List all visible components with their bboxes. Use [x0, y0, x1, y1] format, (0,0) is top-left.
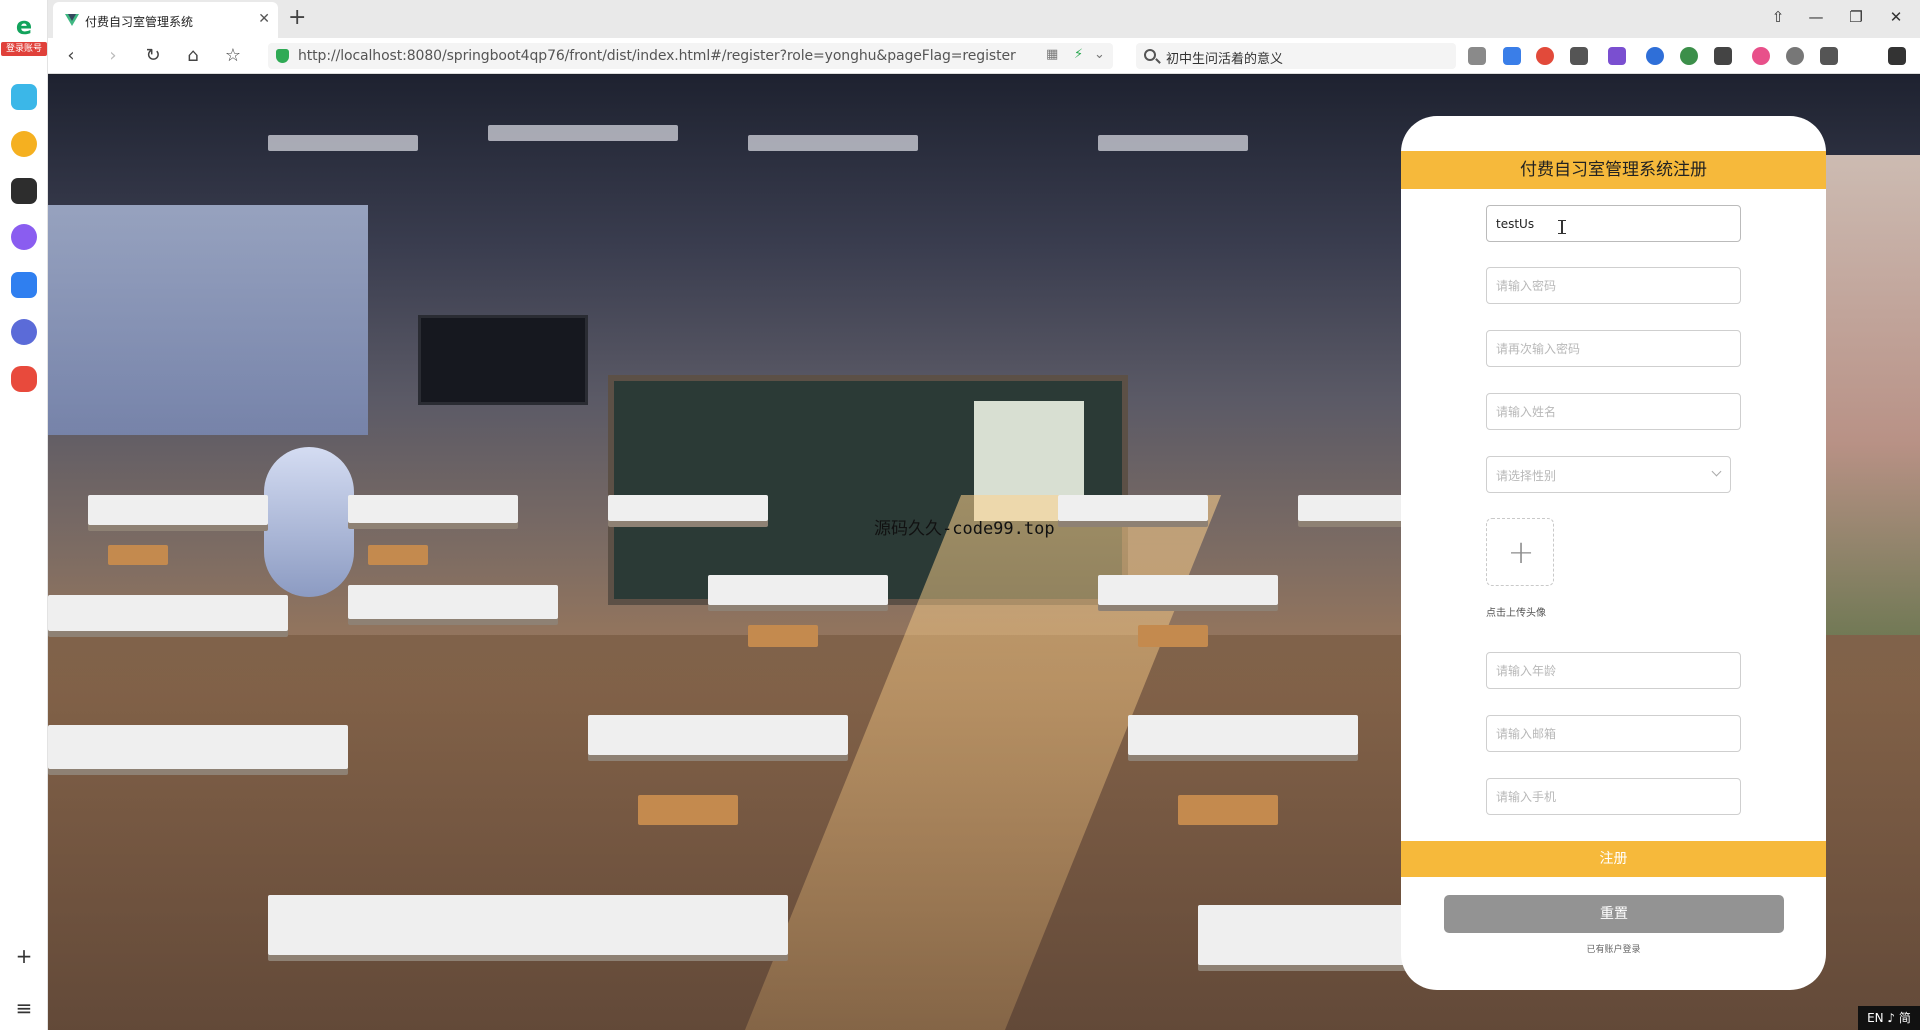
- bilibili-tv-icon[interactable]: [11, 178, 37, 204]
- address-dropdown-icon[interactable]: ⌄: [1094, 47, 1105, 62]
- add-app-icon[interactable]: +: [13, 945, 35, 967]
- classroom-window: [48, 205, 368, 435]
- register-title: 付费自习室管理系统注册: [1401, 151, 1826, 189]
- tab-bar: 付费自习室管理系统 ✕ + ⇧ — ❐ ✕: [48, 0, 1920, 38]
- ceiling-light: [488, 125, 678, 141]
- browser-menu-icon[interactable]: [1888, 47, 1906, 65]
- navigation-bar: ‹ › ↻ ⌂ ☆ http://localhost:8080/springbo…: [48, 38, 1920, 74]
- undo-icon[interactable]: [1820, 47, 1838, 65]
- desk: [608, 495, 768, 521]
- desk: [48, 595, 288, 631]
- tab-title: 付费自习室管理系统: [85, 15, 194, 29]
- classroom-tv: [418, 315, 588, 405]
- address-bar[interactable]: http://localhost:8080/springboot4qp76/fr…: [268, 43, 1113, 69]
- watermark-text: 源码久久-code99.top: [874, 519, 1055, 539]
- speed-mode-icon[interactable]: ⚡: [1074, 47, 1083, 62]
- chair: [368, 545, 428, 565]
- round-window: [264, 447, 354, 597]
- ai-assistant-icon[interactable]: [11, 224, 37, 250]
- menu-list-icon[interactable]: ≡: [13, 997, 35, 1019]
- cloud-sync-icon[interactable]: [1536, 47, 1554, 65]
- robot-icon[interactable]: [11, 319, 37, 345]
- ai-square-icon[interactable]: [11, 272, 37, 298]
- chevron-down-icon: [1711, 466, 1722, 477]
- reload-icon[interactable]: ↻: [142, 45, 164, 67]
- reset-button[interactable]: 重置: [1444, 895, 1784, 933]
- vue-logo-icon: [65, 14, 79, 26]
- zoom-search-icon[interactable]: [1646, 47, 1664, 65]
- color-picker-icon[interactable]: [1752, 47, 1770, 65]
- age-input[interactable]: [1486, 652, 1741, 689]
- restore-icon[interactable]: ❐: [1846, 8, 1866, 26]
- desk: [268, 895, 788, 955]
- secure-shield-icon: [276, 49, 289, 63]
- back-icon[interactable]: ‹: [60, 45, 82, 67]
- desk: [348, 495, 518, 523]
- ceiling-light: [268, 135, 418, 151]
- desk: [88, 495, 268, 525]
- confirm-password-input[interactable]: [1486, 330, 1741, 367]
- tab-register-page[interactable]: 付费自习室管理系统 ✕: [53, 2, 278, 38]
- username-input[interactable]: [1486, 205, 1741, 242]
- register-card: 付费自习室管理系统注册 请选择性别 + 点击上传头像 注册 重置 已有账户登录: [1401, 116, 1826, 990]
- chair: [108, 545, 168, 565]
- mail-icon[interactable]: [1503, 47, 1521, 65]
- new-tab-button[interactable]: +: [288, 6, 306, 30]
- plus-icon: +: [1507, 533, 1535, 571]
- apps-grid-icon[interactable]: [1714, 47, 1732, 65]
- qr-code-icon[interactable]: ▦: [1046, 47, 1058, 62]
- globe-icon[interactable]: [1680, 47, 1698, 65]
- login-link[interactable]: 已有账户登录: [1401, 942, 1826, 955]
- desk: [1058, 495, 1208, 521]
- extensions-puzzle-icon[interactable]: [1468, 47, 1486, 65]
- email-input[interactable]: [1486, 715, 1741, 752]
- desk: [708, 575, 888, 605]
- star-app-icon[interactable]: [11, 131, 37, 157]
- login-account-badge[interactable]: 登录账号: [1, 42, 47, 56]
- bookmark-star-icon[interactable]: ☆: [222, 45, 244, 67]
- ceiling-light: [748, 135, 918, 151]
- desk: [1098, 575, 1278, 605]
- gender-select[interactable]: 请选择性别: [1486, 456, 1731, 493]
- ime-indicator[interactable]: EN ♪ 简: [1858, 1006, 1920, 1030]
- desk: [48, 725, 348, 769]
- pin-window-icon[interactable]: ⇧: [1768, 8, 1788, 26]
- game-controller-icon[interactable]: [11, 366, 37, 392]
- chair: [748, 625, 818, 647]
- avatar-upload-button[interactable]: +: [1486, 518, 1554, 586]
- chair: [1178, 795, 1278, 825]
- gender-select-placeholder: 请选择性别: [1496, 469, 1557, 483]
- search-icon: [1144, 49, 1156, 61]
- avatar-upload-tip: 点击上传头像: [1486, 608, 1546, 619]
- phone-input[interactable]: [1486, 778, 1741, 815]
- desk: [1128, 715, 1358, 755]
- desk: [588, 715, 848, 755]
- chair: [638, 795, 738, 825]
- register-button[interactable]: 注册: [1401, 841, 1826, 877]
- close-window-icon[interactable]: ✕: [1886, 8, 1906, 26]
- close-tab-icon[interactable]: ✕: [258, 11, 270, 27]
- brightness-icon[interactable]: [1786, 47, 1804, 65]
- green-plus-app-icon[interactable]: [11, 84, 37, 110]
- text-cursor-icon: [1558, 220, 1566, 234]
- app-sidebar: e 登录账号 + ≡: [0, 0, 48, 1030]
- ceiling-light: [1098, 135, 1248, 151]
- desk: [348, 585, 558, 619]
- browser-logo-icon: e: [15, 12, 33, 40]
- home-icon[interactable]: ⌂: [182, 45, 204, 67]
- search-text[interactable]: 初中生问活着的意义: [1166, 48, 1283, 67]
- forward-icon[interactable]: ›: [102, 45, 124, 67]
- chair: [1138, 625, 1208, 647]
- browser-logo[interactable]: e 登录账号: [0, 10, 48, 60]
- search-bar[interactable]: 初中生问活着的意义: [1136, 43, 1456, 69]
- scissors-screenshot-icon[interactable]: [1570, 47, 1588, 65]
- minimize-icon[interactable]: —: [1806, 8, 1826, 26]
- password-input[interactable]: [1486, 267, 1741, 304]
- url-text[interactable]: http://localhost:8080/springboot4qp76/fr…: [298, 48, 1016, 64]
- name-input[interactable]: [1486, 393, 1741, 430]
- translate-icon[interactable]: [1608, 47, 1626, 65]
